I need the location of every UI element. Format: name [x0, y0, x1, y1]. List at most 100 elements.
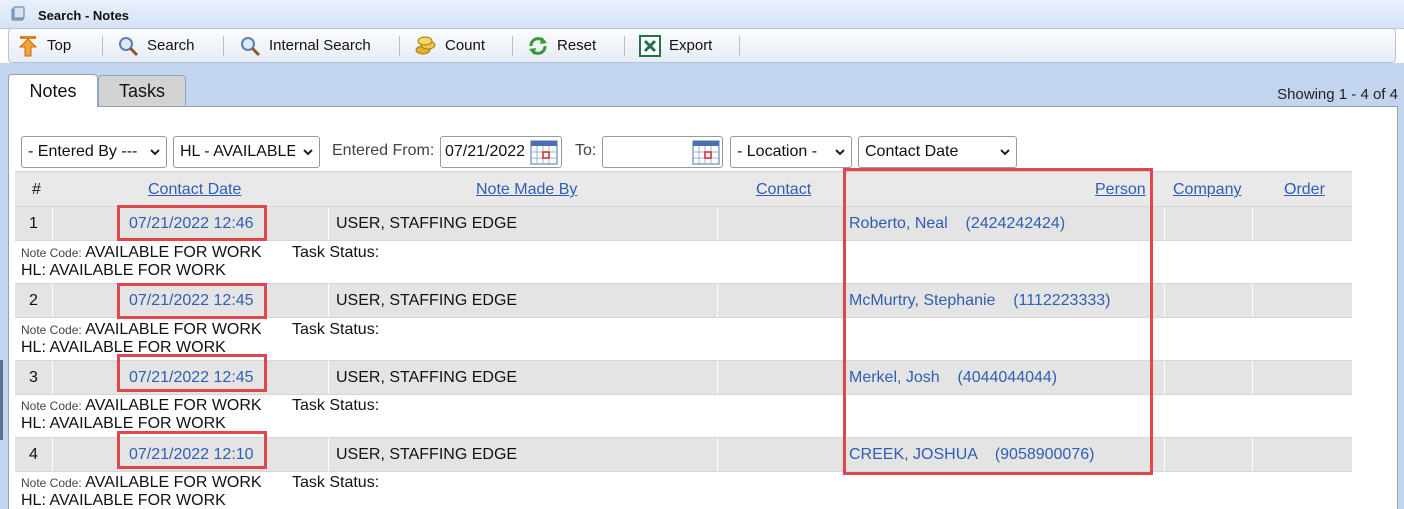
table-row[interactable]: 3 07/21/2022 12:45 USER, STAFFING EDGE M…	[15, 360, 1352, 395]
hl-text: HL: AVAILABLE FOR WORK	[21, 339, 226, 356]
app-icon	[11, 6, 25, 21]
toolbar-divider	[512, 36, 513, 56]
row-number: 3	[29, 369, 38, 386]
person-link[interactable]: CREEK, JOSHUA (9058900076)	[849, 446, 1094, 464]
entered-by-value: - Entered By ---	[28, 143, 138, 160]
magnifier-icon	[241, 36, 261, 56]
toolbar-divider	[624, 36, 625, 56]
cell-divider	[1252, 207, 1253, 240]
cell-divider	[717, 438, 718, 471]
note-code-value: AVAILABLE FOR WORK	[85, 397, 262, 414]
sort-select[interactable]: Contact Date	[858, 136, 1017, 168]
cell-divider	[845, 438, 846, 471]
search-label: Search	[147, 37, 195, 54]
table-row[interactable]: 1 07/21/2022 12:46 USER, STAFFING EDGE R…	[15, 206, 1352, 241]
col-num: #	[32, 181, 41, 198]
cell-divider	[328, 207, 329, 240]
search-button[interactable]: Search	[117, 29, 195, 62]
hl-text: HL: AVAILABLE FOR WORK	[21, 262, 226, 279]
note-code-value: AVAILABLE FOR WORK	[85, 244, 262, 261]
refresh-icon	[529, 36, 547, 55]
cell-divider	[717, 207, 718, 240]
chevron-down-icon	[835, 149, 845, 156]
task-status-label: Task Status:	[292, 244, 380, 261]
toolbar-divider	[739, 36, 740, 56]
count-label: Count	[445, 37, 486, 54]
col-company[interactable]: Company	[1173, 181, 1241, 199]
row-number: 1	[29, 215, 38, 232]
magnifier-icon	[119, 36, 139, 56]
reset-label: Reset	[557, 37, 597, 54]
reset-button[interactable]: Reset	[527, 29, 596, 62]
coins-icon	[415, 36, 436, 54]
table-row[interactable]: 2 07/21/2022 12:45 USER, STAFFING EDGE M…	[15, 283, 1352, 318]
cell-divider	[1252, 361, 1253, 394]
cell-divider	[328, 438, 329, 471]
col-contact[interactable]: Contact	[756, 181, 811, 199]
note-made-by: USER, STAFFING EDGE	[336, 215, 518, 232]
task-status-label: Task Status:	[292, 321, 380, 338]
cell-divider	[52, 284, 53, 317]
tab-notes[interactable]: Notes	[8, 74, 98, 107]
note-detail: Note Code: AVAILABLE FOR WORK Task Status…	[21, 321, 379, 356]
note-code-label: Note Code:	[21, 323, 82, 337]
excel-icon	[639, 34, 661, 57]
col-order[interactable]: Order	[1284, 181, 1325, 199]
person-link[interactable]: Merkel, Josh (4044044044)	[849, 369, 1057, 387]
note-made-by: USER, STAFFING EDGE	[336, 292, 518, 309]
task-status-label: Task Status:	[292, 397, 380, 414]
location-select[interactable]: - Location -	[730, 136, 852, 168]
calendar-icon[interactable]	[529, 138, 559, 166]
contact-date-link[interactable]: 07/21/2022 12:45	[129, 292, 254, 310]
note-code-label: Note Code:	[21, 476, 82, 490]
cell-divider	[717, 361, 718, 394]
cell-divider	[52, 361, 53, 394]
contact-date-link[interactable]: 07/21/2022 12:46	[129, 215, 254, 233]
tab-tasks[interactable]: Tasks	[98, 75, 186, 106]
col-person[interactable]: Person	[1095, 181, 1146, 199]
note-made-by: USER, STAFFING EDGE	[336, 446, 518, 463]
up-arrow-icon	[18, 35, 38, 56]
cell-divider	[1164, 438, 1165, 471]
result-count: Showing 1 - 4 of 4	[1277, 86, 1398, 103]
toolbar: Top Search Internal Search Count Reset E…	[8, 28, 1396, 63]
col-note-made-by[interactable]: Note Made By	[476, 181, 577, 199]
note-code-value: AVAILABLE FOR WORK	[85, 321, 262, 338]
entered-by-select[interactable]: - Entered By ---	[21, 136, 167, 168]
col-contact-date[interactable]: Contact Date	[148, 181, 241, 199]
chevron-down-icon	[1000, 149, 1010, 156]
internal-search-label: Internal Search	[269, 37, 371, 54]
calendar-icon[interactable]	[691, 138, 721, 166]
note-code-label: Note Code:	[21, 399, 82, 413]
export-label: Export	[669, 37, 713, 54]
export-button[interactable]: Export	[639, 29, 712, 62]
cell-divider	[52, 207, 53, 240]
entered-from-label: Entered From:	[332, 142, 435, 159]
toolbar-divider	[223, 36, 224, 56]
location-value: - Location -	[737, 143, 818, 160]
window-title: Search - Notes	[38, 8, 130, 23]
sort-value: Contact Date	[865, 143, 959, 160]
contact-date-link[interactable]: 07/21/2022 12:10	[129, 446, 254, 464]
table-row[interactable]: 4 07/21/2022 12:10 USER, STAFFING EDGE C…	[15, 437, 1352, 472]
window-titlebar: Search - Notes	[0, 0, 1404, 29]
toolbar-divider	[102, 36, 103, 56]
grid-header: # Contact Date Note Made By Contact Pers…	[15, 171, 1352, 207]
task-status-label: Task Status:	[292, 474, 380, 491]
count-button[interactable]: Count	[415, 29, 485, 62]
internal-search-button[interactable]: Internal Search	[239, 29, 371, 62]
row-number: 2	[29, 292, 38, 309]
person-link[interactable]: Roberto, Neal (2424242424)	[849, 215, 1065, 233]
cell-divider	[845, 361, 846, 394]
note-code-value: AVAILABLE FOR WORK	[85, 474, 262, 491]
top-label: Top	[47, 37, 72, 54]
cell-divider	[1164, 284, 1165, 317]
note-detail: Note Code: AVAILABLE FOR WORK Task Status…	[21, 474, 379, 509]
hl-select[interactable]: HL - AVAILABLE	[173, 136, 320, 168]
cell-divider	[52, 438, 53, 471]
top-button[interactable]: Top	[17, 29, 71, 62]
contact-date-link[interactable]: 07/21/2022 12:45	[129, 369, 254, 387]
note-detail: Note Code: AVAILABLE FOR WORK Task Status…	[21, 244, 379, 279]
row-number: 4	[29, 446, 38, 463]
person-link[interactable]: McMurtry, Stephanie (1112223333)	[849, 292, 1110, 310]
